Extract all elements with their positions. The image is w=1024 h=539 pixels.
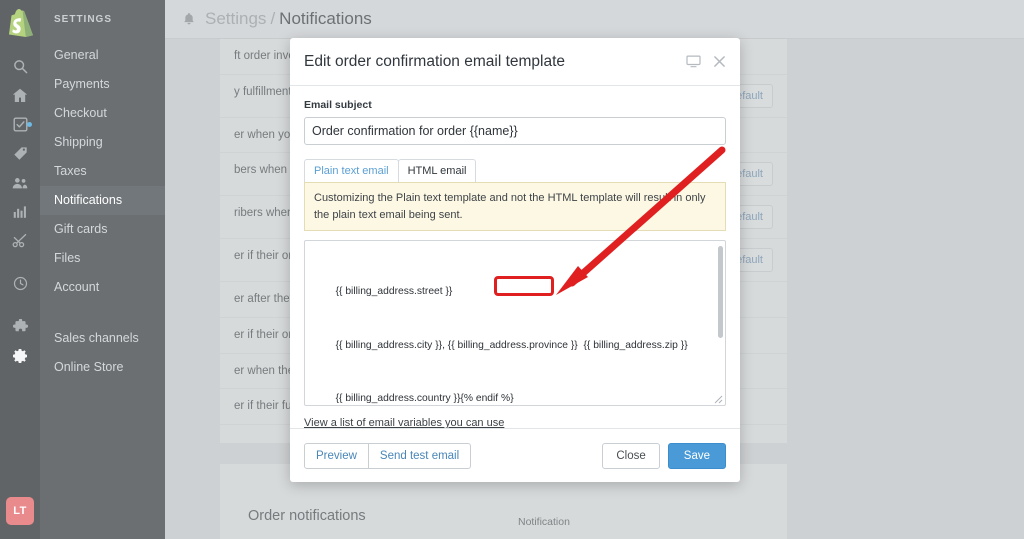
close-icon[interactable]: [713, 55, 726, 68]
tab-plain-text-email[interactable]: Plain text email: [304, 159, 399, 182]
editor-scrollbar[interactable]: [718, 246, 723, 338]
code-line: {{ billing_address.city }}, {{ billing_a…: [327, 339, 688, 351]
save-button[interactable]: Save: [667, 442, 726, 469]
modal-footer: Preview Send test email Close Save: [290, 428, 740, 482]
email-subject-label: Email subject: [304, 99, 372, 111]
screen: LT SETTINGS General Payments Checkout Sh…: [0, 0, 1024, 539]
close-button[interactable]: Close: [602, 442, 660, 469]
email-subject-input[interactable]: [304, 117, 726, 145]
monitor-icon[interactable]: [686, 55, 701, 68]
template-tabs: Plain text email HTML email: [304, 159, 726, 182]
footer-left-buttons: Preview Send test email: [304, 442, 472, 469]
template-editor[interactable]: {{ billing_address.street }} {{ billing_…: [304, 240, 726, 406]
tab-html-email[interactable]: HTML email: [397, 159, 477, 182]
template-code-text[interactable]: {{ billing_address.street }} {{ billing_…: [305, 241, 725, 405]
footer-right-buttons: Close Save: [602, 442, 726, 469]
email-variables-link[interactable]: View a list of email variables you can u…: [304, 417, 504, 428]
modal-body: Email subject Plain text email HTML emai…: [290, 86, 740, 428]
resize-grip-icon[interactable]: [714, 395, 723, 404]
highlight-box-annotation: [494, 276, 554, 296]
code-line: {{ billing_address.country }}{% endif %}: [327, 392, 514, 404]
modal-header: Edit order confirmation email template: [290, 38, 740, 86]
modal-title: Edit order confirmation email template: [304, 52, 566, 70]
preview-button[interactable]: Preview: [304, 442, 369, 469]
plain-text-warning-banner: Customizing the Plain text template and …: [304, 182, 726, 231]
edit-email-template-modal: Edit order confirmation email template E…: [290, 38, 740, 482]
send-test-email-button[interactable]: Send test email: [367, 442, 472, 469]
